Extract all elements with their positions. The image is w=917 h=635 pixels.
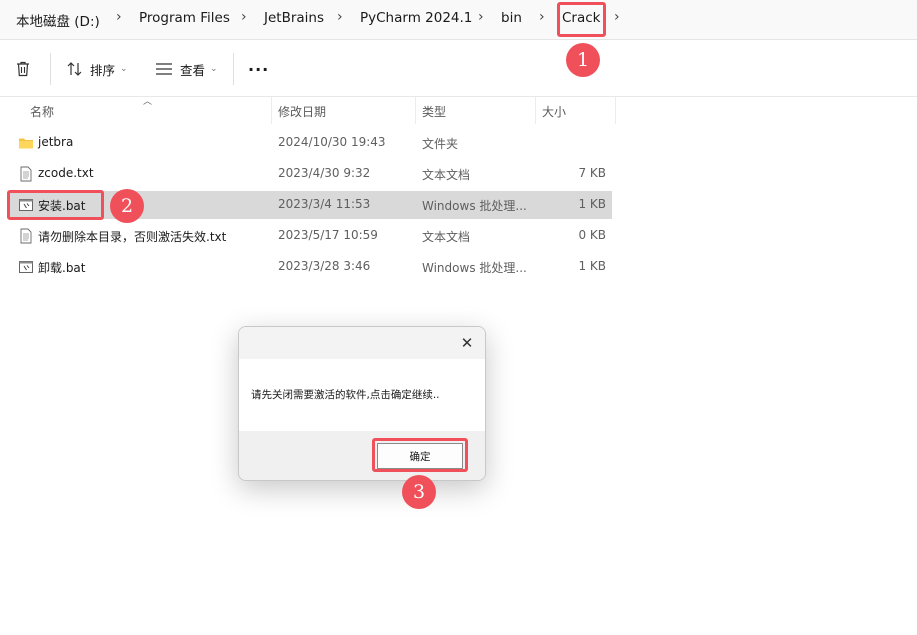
file-size: 1 KB xyxy=(578,259,606,273)
file-modified: 2023/3/4 11:53 xyxy=(278,197,371,211)
address-bar[interactable]: 本地磁盘 (D:) › Program Files › JetBrains › … xyxy=(0,0,917,40)
view-button[interactable]: 查看 ⌄ xyxy=(155,55,218,83)
view-list-icon xyxy=(156,63,172,75)
file-size: 1 KB xyxy=(578,197,606,211)
batch-file-icon xyxy=(19,261,33,273)
file-row-jetbra[interactable]: jetbra 2024/10/30 19:43 文件夹 xyxy=(8,129,612,157)
column-header-row: ︿ 名称 修改日期 类型 大小 xyxy=(0,97,917,125)
file-size: 0 KB xyxy=(578,228,606,242)
chevron-right-icon[interactable]: › xyxy=(337,9,343,25)
highlight-ok-button xyxy=(372,438,468,472)
delete-button[interactable] xyxy=(14,55,32,83)
column-divider[interactable] xyxy=(415,97,416,124)
file-row-zcode[interactable]: zcode.txt 2023/4/30 9:32 文本文档 7 KB xyxy=(8,160,612,188)
file-type: Windows 批处理... xyxy=(422,199,527,213)
step-badge-1: 1 xyxy=(566,43,600,77)
breadcrumb-item-bin[interactable]: bin xyxy=(501,10,522,26)
folder-icon xyxy=(19,138,33,149)
file-type: 文件夹 xyxy=(422,137,459,151)
chevron-right-icon[interactable]: › xyxy=(539,9,545,25)
step-badge-2: 2 xyxy=(110,189,144,223)
breadcrumb-item-drive[interactable]: 本地磁盘 (D:) xyxy=(16,10,100,30)
chevron-down-icon: ⌄ xyxy=(120,64,128,74)
breadcrumb-item-program-files[interactable]: Program Files xyxy=(139,10,230,26)
file-name: jetbra xyxy=(38,135,74,149)
sort-button[interactable]: 排序 ⌄ xyxy=(66,55,128,83)
breadcrumb-item-jetbrains[interactable]: JetBrains xyxy=(264,10,324,26)
file-type: 文本文档 xyxy=(422,230,471,244)
highlight-crack-crumb xyxy=(557,2,606,37)
chevron-right-icon[interactable]: › xyxy=(478,9,484,25)
file-modified: 2023/5/17 10:59 xyxy=(278,228,378,242)
file-row-uninstall-bat[interactable]: 卸载.bat 2023/3/28 3:46 Windows 批处理... 1 K… xyxy=(8,253,612,281)
file-name: zcode.txt xyxy=(38,166,94,180)
trash-icon xyxy=(17,61,29,77)
command-bar: 排序 ⌄ 查看 ⌄ ··· xyxy=(0,41,917,97)
highlight-install-bat xyxy=(7,190,104,220)
chevron-right-icon[interactable]: › xyxy=(241,9,247,25)
close-icon[interactable]: ✕ xyxy=(457,333,477,353)
file-modified: 2024/10/30 19:43 xyxy=(278,135,386,149)
file-name: 请勿删除本目录，否则激活失效.txt xyxy=(38,230,227,244)
file-row-readme-txt[interactable]: 请勿删除本目录，否则激活失效.txt 2023/5/17 10:59 文本文档 … xyxy=(8,222,612,250)
dialog-body: 请先关闭需要激活的软件,点击确定继续.. xyxy=(239,359,485,431)
breadcrumb-item-pycharm[interactable]: PyCharm 2024.1 xyxy=(360,10,472,26)
column-divider[interactable] xyxy=(271,97,272,124)
file-modified: 2023/3/28 3:46 xyxy=(278,259,371,273)
dialog-message: 请先关闭需要激活的软件,点击确定继续.. xyxy=(251,389,440,401)
column-header-modified[interactable]: 修改日期 xyxy=(278,103,326,120)
sort-label: 排序 xyxy=(90,62,116,78)
column-header-size[interactable]: 大小 xyxy=(542,103,566,120)
dialog-title-bar[interactable]: ✕ xyxy=(239,327,485,359)
file-type: Windows 批处理... xyxy=(422,261,527,275)
file-name: 卸载.bat xyxy=(38,261,86,275)
column-header-name[interactable]: 名称 xyxy=(30,103,54,120)
column-divider[interactable] xyxy=(535,97,536,124)
column-header-type[interactable]: 类型 xyxy=(422,103,446,120)
step-badge-3: 3 xyxy=(402,475,436,509)
file-type: 文本文档 xyxy=(422,168,471,182)
sort-icon xyxy=(67,62,82,76)
column-divider[interactable] xyxy=(615,97,616,124)
chevron-right-icon[interactable]: › xyxy=(116,9,122,25)
file-modified: 2023/4/30 9:32 xyxy=(278,166,371,180)
chevron-down-icon: ⌄ xyxy=(210,64,218,74)
file-size: 7 KB xyxy=(578,166,606,180)
toolbar-divider xyxy=(50,53,51,85)
text-file-icon xyxy=(20,228,32,244)
chevron-right-icon[interactable]: › xyxy=(614,9,620,25)
toolbar-divider xyxy=(233,53,234,85)
sort-ascending-icon: ︿ xyxy=(143,97,153,107)
text-file-icon xyxy=(20,166,32,182)
more-options-button[interactable]: ··· xyxy=(248,55,269,83)
view-label: 查看 xyxy=(180,62,206,78)
